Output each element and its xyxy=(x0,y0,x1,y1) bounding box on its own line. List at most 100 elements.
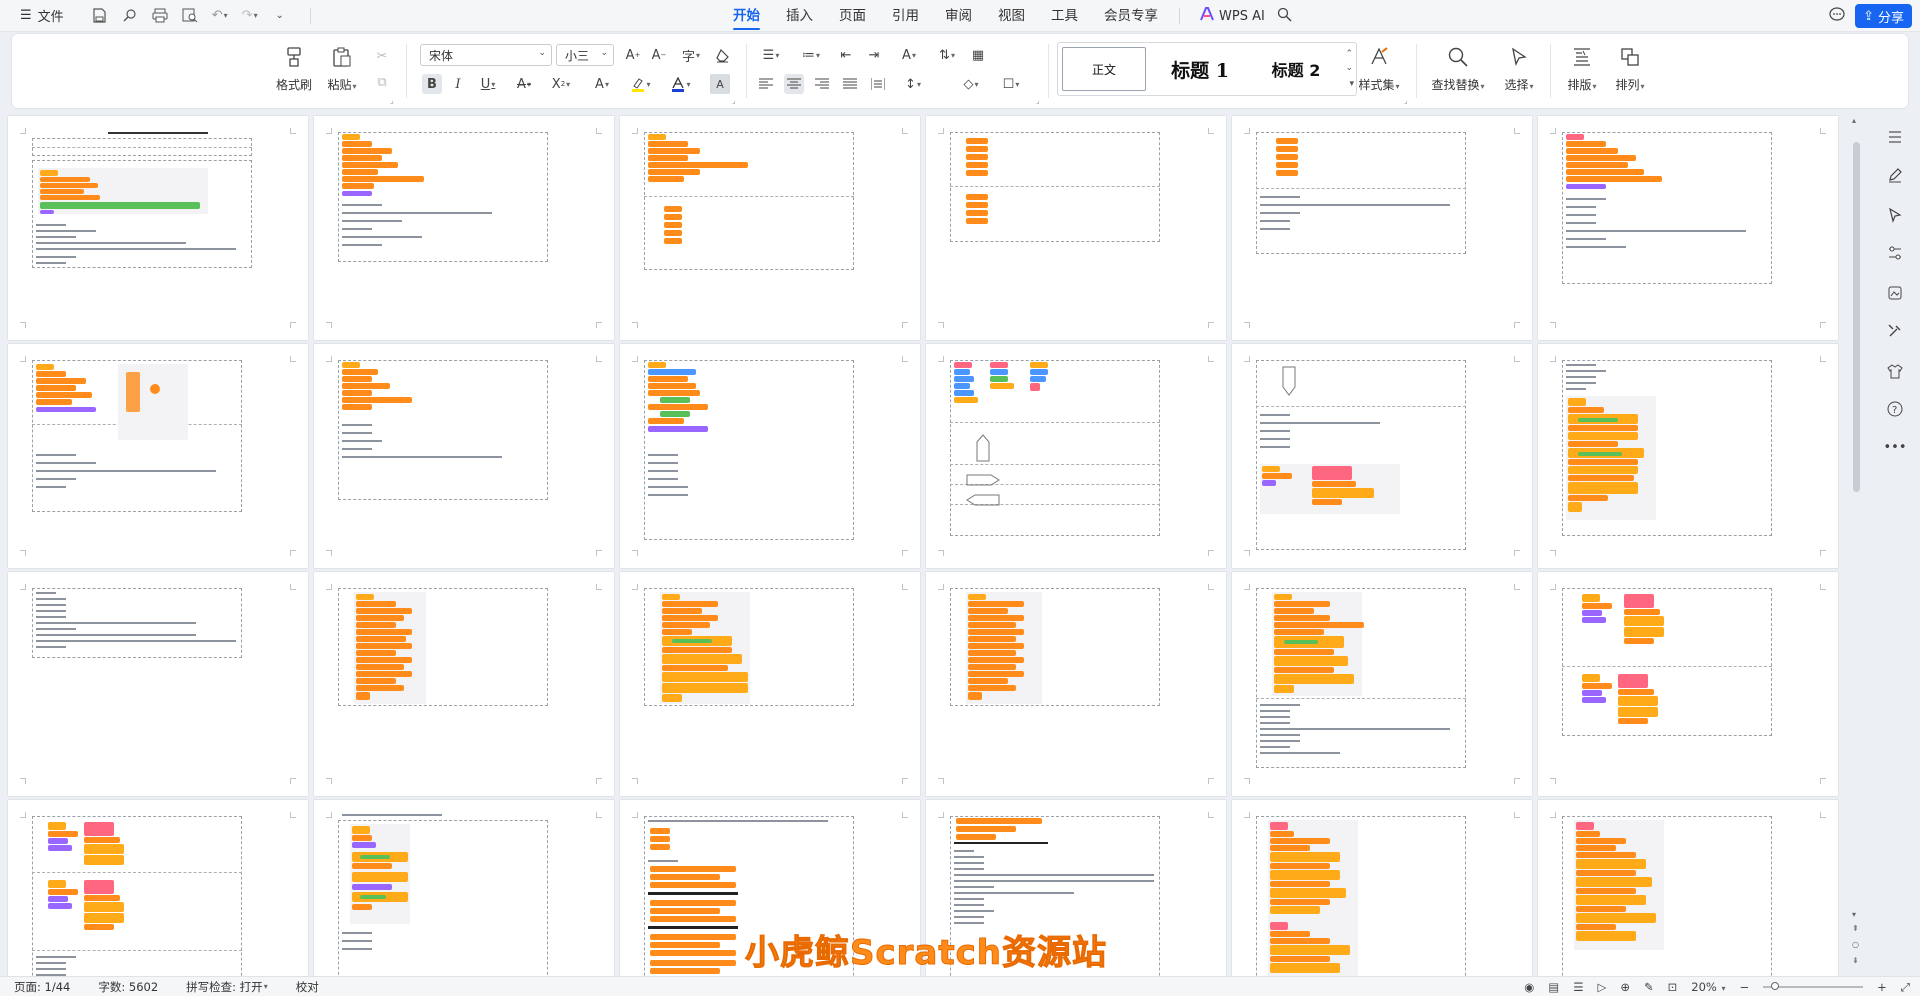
italic-icon[interactable]: I xyxy=(448,74,468,94)
comment-icon[interactable] xyxy=(1829,6,1845,26)
align-center-icon[interactable] xyxy=(784,74,804,94)
font-launcher-icon[interactable]: ⌟ xyxy=(732,96,736,105)
file-menu-button[interactable]: ☰ 文件 xyxy=(14,4,70,28)
style-heading-2[interactable]: 标题 2 xyxy=(1250,47,1342,91)
page-thumbnail[interactable] xyxy=(314,800,614,976)
superscript-icon[interactable]: X 2 ▾ xyxy=(546,74,576,94)
page-thumbnail[interactable] xyxy=(1538,572,1838,796)
page-thumbnail[interactable] xyxy=(314,572,614,796)
page-thumbnail[interactable] xyxy=(314,344,614,568)
text-effect-icon[interactable]: A ▾ xyxy=(588,74,616,94)
highlight-icon[interactable]: ▾ xyxy=(626,74,656,94)
print-preview-icon[interactable] xyxy=(182,8,198,24)
zoom-in-icon[interactable]: + xyxy=(1877,980,1887,994)
tab-references[interactable]: 引用 xyxy=(879,0,932,32)
select-browse-object-icon[interactable]: ○ xyxy=(1852,940,1859,949)
tab-insert[interactable]: 插入 xyxy=(773,0,826,32)
arrange-button[interactable]: 排列▾ xyxy=(1608,44,1652,93)
zoom-slider[interactable] xyxy=(1763,982,1864,990)
justify-icon[interactable] xyxy=(840,74,860,94)
page-thumbnail[interactable] xyxy=(1538,800,1838,976)
styles-launcher-icon[interactable]: ⌟ xyxy=(1404,96,1408,105)
spell-check-status[interactable]: 拼写检查: 打开 ▾ xyxy=(172,979,282,995)
page-thumbnail[interactable] xyxy=(926,572,1226,796)
prev-page-icon[interactable]: ⇞ xyxy=(1852,924,1859,933)
zoom-slider-handle[interactable] xyxy=(1771,982,1780,990)
help-icon[interactable]: ? xyxy=(1884,398,1906,420)
text-direction-icon[interactable]: A ▾ xyxy=(894,45,924,65)
tab-member[interactable]: 会员专享 xyxy=(1091,0,1171,32)
copy-icon[interactable]: ⧉ xyxy=(372,72,392,92)
strikethrough-icon[interactable]: A ▾ xyxy=(510,74,538,94)
font-color-icon[interactable]: ▾ xyxy=(666,74,696,94)
page-thumbnail[interactable] xyxy=(8,344,308,568)
scroll-down-icon[interactable]: ▾ xyxy=(1852,910,1856,919)
font-size-select[interactable]: 小三 ⌄ xyxy=(556,44,614,66)
fullscreen-icon[interactable]: ⤢ xyxy=(1901,980,1910,995)
page-view-icon[interactable]: ▤ xyxy=(1548,980,1559,994)
page-thumbnail[interactable] xyxy=(620,572,920,796)
borders-icon[interactable]: ☐ ▾ xyxy=(996,74,1026,94)
play-view-icon[interactable]: ▷ xyxy=(1598,980,1607,994)
save-icon[interactable] xyxy=(92,8,108,24)
paste-button[interactable]: 粘贴▾ xyxy=(322,44,362,93)
distribute-icon[interactable] xyxy=(868,74,888,94)
eye-protect-icon[interactable]: ◉ xyxy=(1524,980,1534,994)
shrink-font-icon[interactable]: A − xyxy=(649,45,669,65)
page-thumbnail[interactable] xyxy=(620,116,920,340)
clothing-icon[interactable] xyxy=(1884,360,1906,382)
pen-edit-icon[interactable] xyxy=(1884,164,1906,186)
zoom-level[interactable]: 20% ▾ xyxy=(1691,980,1725,994)
write-mode-icon[interactable]: ✎ xyxy=(1644,980,1654,994)
bold-icon[interactable]: B xyxy=(422,74,442,94)
page-thumbnail[interactable] xyxy=(620,344,920,568)
clipboard-launcher-icon[interactable]: ⌟ xyxy=(390,96,394,105)
phonetic-guide-icon[interactable]: 字 ▾ xyxy=(676,45,706,65)
page-thumbnail[interactable] xyxy=(8,116,308,340)
search-doc-icon[interactable] xyxy=(122,8,138,24)
scrollbar-thumb[interactable] xyxy=(1853,142,1860,492)
tab-review[interactable]: 审阅 xyxy=(932,0,985,32)
underline-icon[interactable]: U ▾ xyxy=(474,74,502,94)
tab-view[interactable]: 视图 xyxy=(985,0,1038,32)
tab-tools[interactable]: 工具 xyxy=(1038,0,1091,32)
align-right-icon[interactable] xyxy=(812,74,832,94)
page-thumbnail[interactable] xyxy=(1232,800,1532,976)
find-replace-button[interactable]: 查找替换▾ xyxy=(1426,44,1490,93)
layout-button[interactable]: 排版▾ xyxy=(1560,44,1604,93)
decrease-indent-icon[interactable]: ⇤ xyxy=(836,45,856,65)
paragraph-launcher-icon[interactable]: ⌟ xyxy=(1036,96,1040,105)
style-normal[interactable]: 正文 xyxy=(1062,47,1146,91)
fit-window-icon[interactable]: ⊡ xyxy=(1668,980,1678,994)
wps-ai-button[interactable]: WPS AI xyxy=(1200,7,1265,25)
align-left-icon[interactable] xyxy=(756,74,776,94)
share-button[interactable]: ⇪ 分享 xyxy=(1855,4,1912,28)
vertical-scrollbar[interactable]: ▴ ▾ ⇞ ○ ⇟ xyxy=(1850,112,1864,976)
style-heading-1[interactable]: 标题 1 xyxy=(1154,47,1246,91)
page-thumbnail[interactable] xyxy=(926,344,1226,568)
scroll-up-icon[interactable]: ▴ xyxy=(1852,116,1856,125)
tab-page[interactable]: 页面 xyxy=(826,0,879,32)
page-thumbnail[interactable] xyxy=(926,116,1226,340)
search-icon[interactable] xyxy=(1277,7,1292,26)
outline-view-icon[interactable]: ☰ xyxy=(1573,980,1583,994)
web-view-icon[interactable]: ⊕ xyxy=(1620,980,1630,994)
word-count[interactable]: 字数: 5602 xyxy=(84,979,172,995)
undo-icon[interactable]: ↶ ▾ xyxy=(212,8,228,24)
numbering-icon[interactable]: ≔ ▾ xyxy=(796,45,826,65)
show-marks-icon[interactable]: ▦ xyxy=(968,45,988,65)
quick-access-more-icon[interactable]: ⌄ xyxy=(272,8,288,24)
page-thumbnail[interactable] xyxy=(8,572,308,796)
next-page-icon[interactable]: ⇟ xyxy=(1852,956,1859,965)
select-button[interactable]: 选择▾ xyxy=(1496,44,1542,93)
grow-font-icon[interactable]: A + xyxy=(623,45,643,65)
document-canvas[interactable]: ⋮⋮⋮⋮ xyxy=(0,112,1848,976)
page-indicator[interactable]: 页面: 1/44 xyxy=(0,979,84,995)
page-thumbnail[interactable] xyxy=(1232,116,1532,340)
print-icon[interactable] xyxy=(152,8,168,24)
redo-icon[interactable]: ↷ ▾ xyxy=(242,8,258,24)
style-set-button[interactable]: 样式集▾ xyxy=(1350,44,1408,93)
zoom-out-icon[interactable]: − xyxy=(1740,980,1750,994)
more-options-icon[interactable]: ••• xyxy=(1884,436,1907,458)
bullets-icon[interactable]: ☰ ▾ xyxy=(756,45,786,65)
